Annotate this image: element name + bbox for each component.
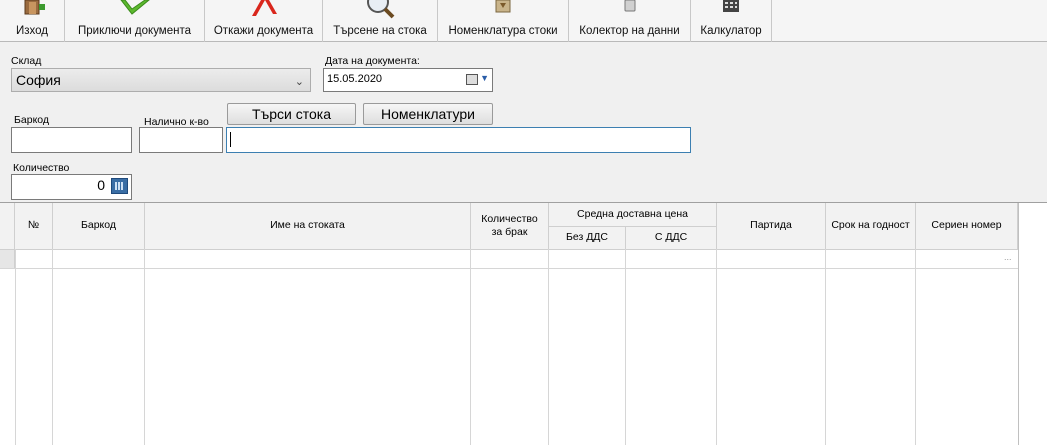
column-header-serial-number[interactable]: Сериен номер xyxy=(916,203,1018,250)
grid-column-line xyxy=(470,249,471,445)
new-row-selector[interactable] xyxy=(0,250,15,268)
catalog-icon xyxy=(486,0,520,20)
exit-button[interactable]: Изход xyxy=(0,0,65,42)
calculator-label: Калкулатор xyxy=(700,25,762,37)
finish-document-button[interactable]: Приключи документа xyxy=(65,0,205,42)
barcode-label: Баркод xyxy=(14,114,50,126)
nomenclatures-button[interactable]: Номенклатури xyxy=(363,103,493,125)
document-date-value: 15.05.2020 xyxy=(327,73,383,85)
finish-document-label: Приключи документа xyxy=(77,25,191,37)
grid-column-line xyxy=(716,249,717,445)
cancel-document-button[interactable]: Откажи документа xyxy=(205,0,323,42)
barcode-scanner-icon xyxy=(613,0,647,20)
exit-icon xyxy=(15,0,49,20)
grid-column-line xyxy=(15,249,16,445)
new-row-marker: ... xyxy=(1004,252,1012,262)
grid-column-line xyxy=(548,249,549,445)
document-form-panel: Склад София ⌄ Дата на документа: 15.05.2… xyxy=(0,42,1047,203)
column-header-scrap-qty[interactable]: Количество за брак xyxy=(471,203,549,250)
column-header-avg-delivery-price: Средна доставна цена xyxy=(549,203,717,227)
column-header-batch[interactable]: Партида xyxy=(717,203,826,250)
product-nomenclature-label: Номенклатура стоки xyxy=(448,25,558,37)
grid-right-edge xyxy=(1018,203,1019,445)
grid-column-line xyxy=(825,249,826,445)
data-collector-label: Колектор на данни xyxy=(579,25,680,37)
cancel-x-icon xyxy=(247,0,281,20)
search-product-button[interactable]: Търсене на стока xyxy=(323,0,438,42)
magnifier-icon xyxy=(363,0,397,20)
grid-column-line xyxy=(144,249,145,445)
dropdown-arrow-icon: ▼ xyxy=(480,73,489,83)
items-grid: № Баркод Име на стоката Количество за бр… xyxy=(0,203,1047,445)
calculator-button[interactable]: Калкулатор xyxy=(691,0,772,42)
calculator-small-icon[interactable] xyxy=(111,178,128,194)
quantity-value: 0 xyxy=(97,177,105,193)
chevron-down-icon: ⌄ xyxy=(294,76,304,88)
column-header-price-no-vat[interactable]: Без ДДС xyxy=(549,227,626,250)
product-nomenclature-button[interactable]: Номенклатура стоки xyxy=(438,0,569,42)
barcode-input[interactable] xyxy=(11,127,132,153)
row-header-corner xyxy=(0,203,15,250)
row-divider xyxy=(0,268,1018,269)
product-name-search-input[interactable] xyxy=(226,127,691,153)
warehouse-label: Склад xyxy=(11,55,42,67)
checkmark-icon xyxy=(118,0,152,20)
warehouse-value: София xyxy=(16,72,61,88)
quantity-input[interactable]: 0 xyxy=(11,174,132,200)
column-header-price-with-vat[interactable]: С ДДС xyxy=(626,227,717,250)
column-header-expiry[interactable]: Срок на годност xyxy=(826,203,916,250)
search-product-label: Търсене на стока xyxy=(333,25,427,37)
column-header-number[interactable]: № xyxy=(15,203,53,250)
exit-label: Изход xyxy=(15,25,48,37)
main-toolbar: Изход Приключи документа Откажи документ… xyxy=(0,0,1047,42)
column-header-product-name[interactable]: Име на стоката xyxy=(145,203,471,250)
calendar-icon xyxy=(466,74,478,85)
data-collector-button[interactable]: Колектор на данни xyxy=(569,0,691,42)
grid-column-line xyxy=(625,249,626,445)
text-caret xyxy=(230,132,231,147)
calculator-icon xyxy=(714,0,748,20)
available-qty-field xyxy=(139,127,223,153)
search-product-form-button[interactable]: Търси стока xyxy=(227,103,356,125)
grid-column-line xyxy=(52,249,53,445)
document-date-picker[interactable]: 15.05.2020 ▼ xyxy=(323,68,493,92)
grid-column-line xyxy=(915,249,916,445)
document-date-label: Дата на документа: xyxy=(325,55,420,67)
column-header-barcode[interactable]: Баркод xyxy=(53,203,145,250)
warehouse-select[interactable]: София ⌄ xyxy=(11,68,311,92)
quantity-label: Количество xyxy=(13,162,70,174)
cancel-document-label: Откажи документа xyxy=(213,25,314,37)
